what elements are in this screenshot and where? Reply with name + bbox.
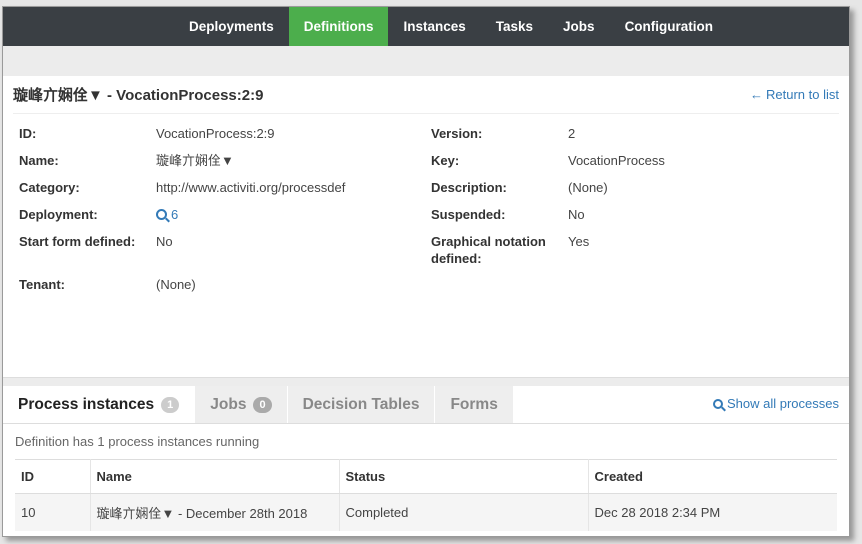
zoom-icon — [156, 209, 167, 220]
instances-table: ID Name Status Created 10 璇峰亣娴佺▼ - Decem… — [15, 459, 837, 531]
start-form-value: No — [156, 234, 173, 249]
count-badge: 0 — [253, 396, 272, 413]
tab-forms[interactable]: Forms — [435, 386, 514, 423]
details-left-column: ID: VocationProcess:2:9 Name: 璇峰亣娴佺▼ Cat… — [19, 125, 419, 303]
tab-label: Decision Tables — [302, 395, 420, 413]
detail-row-name: Name: 璇峰亣娴佺▼ — [19, 152, 419, 169]
top-navigation: Deployments Definitions Instances Tasks … — [3, 7, 849, 46]
version-value: 2 — [568, 126, 576, 141]
column-header-name[interactable]: Name — [90, 459, 340, 494]
details-right-column: Version: 2 Key: VocationProcess Descript… — [431, 125, 851, 284]
column-header-id[interactable]: ID — [15, 459, 91, 494]
deployment-link[interactable]: 6 — [156, 206, 178, 223]
nav-tasks[interactable]: Tasks — [481, 7, 548, 46]
key-value: VocationProcess — [568, 153, 665, 168]
cell-created: Dec 28 2018 2:34 PM — [588, 493, 837, 531]
tab-jobs[interactable]: Jobs 0 — [195, 386, 288, 423]
details-grid: ID: VocationProcess:2:9 Name: 璇峰亣娴佺▼ Cat… — [13, 114, 839, 364]
definition-details-panel: 璇峰亣娴佺▼ - VocationProcess:2:9 ← Return to … — [3, 76, 849, 378]
nav-definitions[interactable]: Definitions — [288, 7, 389, 46]
show-all-label: Show all processes — [727, 396, 839, 411]
suspended-value: No — [568, 207, 585, 222]
deployment-value: 6 — [171, 207, 179, 222]
column-header-status[interactable]: Status — [339, 459, 589, 494]
return-to-list-link[interactable]: ← Return to list — [750, 87, 839, 102]
description-label: Description: — [431, 180, 507, 195]
table-header-row: ID Name Status Created — [15, 459, 837, 494]
tenant-label: Tenant: — [19, 277, 65, 292]
cell-id: 10 — [15, 493, 91, 531]
id-value: VocationProcess:2:9 — [156, 126, 275, 141]
detail-row-category: Category: http://www.activiti.org/proces… — [19, 179, 419, 196]
nav-instances[interactable]: Instances — [388, 7, 480, 46]
zoom-icon — [713, 399, 723, 409]
graphical-value: Yes — [568, 234, 590, 249]
detail-row-key: Key: VocationProcess — [431, 152, 851, 169]
column-header-created[interactable]: Created — [588, 459, 837, 494]
page-title: 璇峰亣娴佺▼ - VocationProcess:2:9 — [13, 87, 264, 104]
arrow-left-icon: ← — [750, 87, 764, 102]
deployment-label: Deployment: — [19, 207, 98, 222]
start-form-label: Start form defined: — [19, 234, 136, 249]
id-label: ID: — [19, 126, 37, 141]
name-label: Name: — [19, 153, 59, 168]
count-badge: 1 — [161, 396, 180, 413]
detail-row-deployment: Deployment: 6 — [19, 206, 419, 223]
table-row[interactable]: 10 璇峰亣娴佺▼ - December 28th 2018 Completed… — [15, 493, 837, 531]
detail-row-description: Description: (None) — [431, 179, 851, 196]
tab-label: Process instances — [18, 395, 155, 413]
version-label: Version: — [431, 126, 483, 141]
tab-label: Jobs — [210, 395, 247, 413]
nav-configuration[interactable]: Configuration — [610, 7, 728, 46]
key-label: Key: — [431, 153, 460, 168]
cell-name: 璇峰亣娴佺▼ - December 28th 2018 — [90, 493, 340, 531]
name-value: 璇峰亣娴佺▼ — [156, 153, 234, 168]
detail-row-id: ID: VocationProcess:2:9 — [19, 125, 419, 142]
spacer — [3, 46, 849, 76]
show-all-processes-link[interactable]: Show all processes — [713, 396, 839, 411]
tab-process-instances[interactable]: Process instances 1 — [3, 386, 196, 423]
category-value: http://www.activiti.org/processdef — [156, 180, 346, 195]
tenant-value: (None) — [156, 277, 196, 292]
panel-header: 璇峰亣娴佺▼ - VocationProcess:2:9 ← Return to … — [13, 76, 839, 114]
app-window: Deployments Definitions Instances Tasks … — [2, 6, 850, 537]
cell-status: Completed — [339, 493, 589, 531]
description-value: (None) — [568, 180, 608, 195]
graphical-label: Graphical notation defined: — [431, 234, 546, 266]
instances-summary: Definition has 1 process instances runni… — [15, 434, 260, 449]
suspended-label: Suspended: — [431, 207, 506, 222]
spacer — [3, 378, 849, 386]
detail-row-start-form: Start form defined: No — [19, 233, 419, 250]
nav-deployments[interactable]: Deployments — [174, 7, 289, 46]
detail-row-graphical: Graphical notation defined: Yes — [431, 233, 851, 267]
nav-jobs[interactable]: Jobs — [548, 7, 610, 46]
detail-row-suspended: Suspended: No — [431, 206, 851, 223]
category-label: Category: — [19, 180, 80, 195]
process-instances-section: Definition has 1 process instances runni… — [3, 434, 849, 531]
detail-row-version: Version: 2 — [431, 125, 851, 142]
tab-label: Forms — [450, 395, 498, 413]
return-label: Return to list — [766, 87, 839, 102]
detail-row-tenant: Tenant: (None) — [19, 276, 419, 293]
tab-decision-tables[interactable]: Decision Tables — [287, 386, 436, 423]
tabs-bar: Process instances 1 Jobs 0 Decision Tabl… — [3, 386, 849, 424]
